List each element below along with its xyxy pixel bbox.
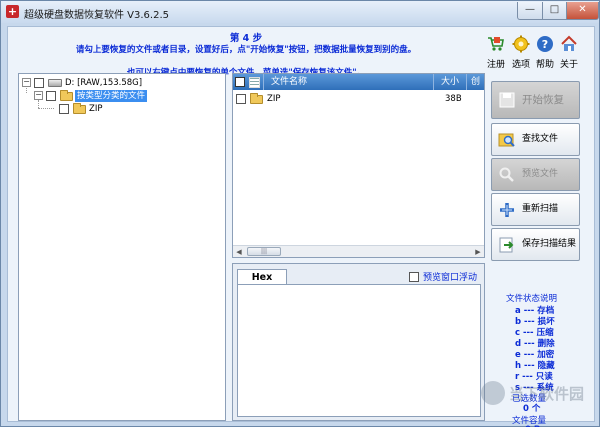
- drive-label: D: [RAW,153.58G]: [65, 78, 143, 88]
- help-icon: ?: [537, 36, 553, 52]
- save-scan-label: 保存扫描结果: [522, 239, 577, 249]
- about-button[interactable]: 关于: [556, 35, 582, 70]
- home-icon: [561, 35, 577, 51]
- minimize-button[interactable]: —: [517, 2, 543, 20]
- column-separator: [433, 74, 434, 90]
- tab-hex[interactable]: Hex: [237, 269, 287, 285]
- start-recovery-button[interactable]: 开始恢复: [491, 81, 580, 119]
- table-row[interactable]: ZIP 38B: [233, 93, 484, 105]
- preview-file-button[interactable]: 预览文件: [491, 158, 580, 191]
- register-button[interactable]: 注册: [483, 35, 509, 70]
- save-icon: [499, 92, 515, 108]
- collapse-icon[interactable]: −: [34, 91, 43, 100]
- file-list-header: 文件名称 大小 创: [233, 74, 484, 90]
- svg-text:?: ?: [542, 38, 548, 51]
- zip-checkbox[interactable]: [59, 104, 69, 114]
- category-label: 按类型分类的文件: [75, 90, 148, 102]
- search-icon: [498, 133, 515, 147]
- folder-tree[interactable]: − D: [RAW,153.58G] − 按类型分类的文件 ZIP: [18, 73, 226, 421]
- folder-icon: [73, 103, 86, 114]
- save-scan-button[interactable]: 保存扫描结果: [491, 228, 580, 261]
- float-window-checkbox[interactable]: [409, 272, 419, 282]
- register-label: 注册: [486, 60, 505, 70]
- tree-node-zip[interactable]: ZIP: [21, 103, 221, 115]
- float-window-label: 预览窗口浮动: [423, 273, 478, 283]
- horizontal-scrollbar[interactable]: ◀ ||| ▶: [233, 245, 484, 257]
- watermark-text: 当下软件园: [509, 385, 585, 403]
- folder-icon: [60, 90, 73, 101]
- find-file-button[interactable]: 查找文件: [491, 123, 580, 156]
- app-window: + 超级硬盘数据恢复软件 V3.6.2.5 — □ ✕ 第 4 步 请勾上要恢复…: [0, 0, 600, 427]
- column-header-size[interactable]: 大小: [441, 74, 459, 90]
- title-bar[interactable]: + 超级硬盘数据恢复软件 V3.6.2.5 — □ ✕: [1, 1, 599, 23]
- plus-icon: [500, 203, 514, 217]
- row-name: ZIP: [267, 94, 281, 104]
- column-separator: [263, 74, 264, 90]
- instruction-line-1: 请勾上要恢复的文件或者目录，设置好后，点"开始恢复"按钮，把数据批量恢复到别的盘…: [75, 45, 417, 55]
- find-file-label: 查找文件: [522, 134, 559, 144]
- options-label: 选项: [511, 60, 530, 70]
- select-all-checkbox[interactable]: [235, 77, 245, 87]
- watermark: 当下软件园: [469, 373, 589, 413]
- preview-file-label: 预览文件: [522, 169, 559, 179]
- column-separator: [466, 74, 467, 90]
- category-checkbox[interactable]: [46, 91, 56, 101]
- maximize-button[interactable]: □: [542, 2, 567, 20]
- watermark-logo-icon: [481, 381, 505, 405]
- main-panel: 第 4 步 请勾上要恢复的文件或者目录，设置好后，点"开始恢复"按钮，把数据批量…: [7, 26, 595, 427]
- row-size: 38B: [445, 94, 462, 104]
- help-label: 帮助: [535, 60, 554, 70]
- rescan-button[interactable]: 重新扫描: [491, 193, 580, 226]
- step-title: 第 4 步: [229, 33, 263, 44]
- column-header-name[interactable]: 文件名称: [271, 74, 307, 90]
- collapse-icon[interactable]: −: [22, 78, 31, 87]
- export-icon: [499, 237, 514, 253]
- hex-viewer: Hex 预览窗口浮动: [232, 263, 485, 421]
- start-recovery-label: 开始恢复: [522, 94, 564, 106]
- column-header-created[interactable]: 创: [471, 74, 480, 90]
- row-checkbox[interactable]: [236, 94, 246, 104]
- folder-icon: [250, 93, 263, 104]
- grid-icon: [249, 77, 260, 88]
- gear-icon: [512, 35, 530, 53]
- tree-node-drive[interactable]: − D: [RAW,153.58G]: [21, 77, 221, 89]
- window-title: 超级硬盘数据恢复软件 V3.6.2.5: [24, 10, 170, 21]
- help-button[interactable]: ? 帮助: [532, 35, 558, 70]
- scroll-thumb[interactable]: |||: [247, 247, 281, 256]
- close-button[interactable]: ✕: [566, 2, 599, 20]
- scroll-left-icon[interactable]: ◀: [234, 247, 244, 257]
- file-list[interactable]: 文件名称 大小 创 ZIP 38B ◀ ||| ▶: [232, 73, 485, 258]
- zip-label: ZIP: [89, 104, 103, 114]
- hard-drive-icon: [48, 79, 62, 87]
- tree-node-category[interactable]: − 按类型分类的文件: [21, 90, 221, 102]
- legend-title: 文件状态说明: [506, 294, 558, 304]
- drive-checkbox[interactable]: [34, 78, 44, 88]
- cart-icon: [488, 37, 504, 51]
- magnifier-icon: [499, 167, 514, 182]
- about-label: 关于: [559, 60, 578, 70]
- app-icon: +: [6, 5, 19, 18]
- hex-content[interactable]: [237, 284, 481, 417]
- rescan-label: 重新扫描: [522, 204, 559, 214]
- options-button[interactable]: 选项: [508, 35, 534, 70]
- scroll-right-icon[interactable]: ▶: [473, 247, 483, 257]
